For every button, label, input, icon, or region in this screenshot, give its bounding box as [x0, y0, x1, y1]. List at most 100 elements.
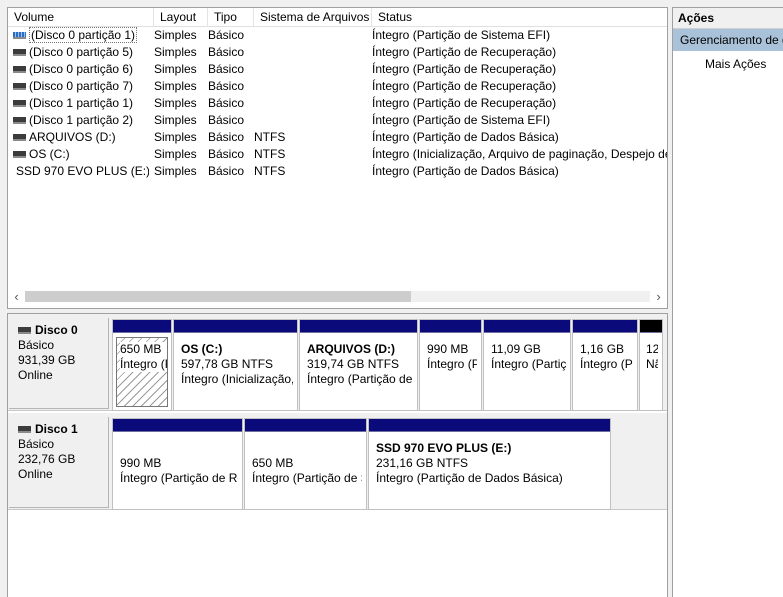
- volume-filesystem: NTFS: [254, 147, 286, 161]
- partition-size: 990 MB: [120, 456, 162, 470]
- partition-status: Não Alocado: [646, 357, 658, 371]
- scroll-track[interactable]: [25, 291, 650, 302]
- partition-size: 1,16 GB: [580, 342, 625, 356]
- volume-type: Básico: [208, 147, 245, 161]
- volume-row[interactable]: ARQUIVOS (D:) Simples Básico NTFS Íntegr…: [8, 129, 667, 146]
- disk-size: 931,39 GB: [18, 353, 76, 367]
- volume-type: Básico: [208, 79, 245, 93]
- volume-row[interactable]: (Disco 0 partição 6) Simples Básico Ínte…: [8, 61, 667, 78]
- scroll-right-icon[interactable]: ›: [650, 288, 667, 305]
- volume-name: SSD 970 EVO PLUS (E:): [16, 164, 149, 178]
- partition-status: Íntegro (Partição de Recuperação): [120, 471, 238, 485]
- column-header-layout[interactable]: Layout: [154, 8, 208, 26]
- volume-type: Básico: [208, 28, 245, 42]
- volume-status: Íntegro (Partição de Recuperação): [372, 96, 557, 110]
- volume-layout: Simples: [154, 45, 197, 59]
- disk-type: Básico: [18, 338, 55, 352]
- column-header-status[interactable]: Status: [372, 8, 667, 26]
- partition-bar: [174, 320, 297, 333]
- partition-size: 650 MB: [252, 456, 294, 470]
- partition-bar: [300, 320, 417, 333]
- partition-size: 11,09 GB: [491, 342, 541, 356]
- volume-row[interactable]: SSD 970 EVO PLUS (E:) Simples Básico NTF…: [8, 163, 667, 180]
- disk-icon: [13, 83, 26, 90]
- disk-map: Disco 0 Básico 931,39 GB Online 650 MB Í…: [7, 313, 668, 597]
- volume-row[interactable]: (Disco 1 partição 2) Simples Básico Ínte…: [8, 112, 667, 129]
- partition-block[interactable]: ARQUIVOS (D:) 319,74 GB NTFS Íntegro (Pa…: [299, 319, 418, 411]
- partition-strip-icon: [13, 31, 26, 39]
- partition-status: Íntegro (Partição de Recuperação): [491, 357, 567, 371]
- disk-type: Básico: [18, 437, 55, 451]
- volume-row[interactable]: OS (C:) Simples Básico NTFS Íntegro (Ini…: [8, 146, 667, 163]
- volume-name: (Disco 1 partição 2): [29, 113, 134, 127]
- partition-title: OS (C:): [181, 342, 223, 356]
- disk-row: Disco 0 Básico 931,39 GB Online 650 MB Í…: [8, 314, 667, 411]
- volume-row[interactable]: (Disco 0 partição 5) Simples Básico Ínte…: [8, 44, 667, 61]
- partition-status: Íntegro (Partição de Recuperação): [580, 357, 633, 371]
- partition-block[interactable]: 1,16 GB Íntegro (Partição de Recuperação…: [572, 319, 638, 411]
- partition-block[interactable]: OS (C:) 597,78 GB NTFS Íntegro (Iniciali…: [173, 319, 298, 411]
- column-header-filesystem[interactable]: Sistema de Arquivos: [254, 8, 372, 26]
- volume-type: Básico: [208, 62, 245, 76]
- partition-size: 650 MB: [120, 342, 167, 357]
- partition-bar: [113, 419, 242, 432]
- disk-status: Online: [18, 368, 53, 382]
- disk-icon: [18, 327, 31, 334]
- partition-block[interactable]: 650 MB Íntegro (Partição de Sistema EFI): [244, 418, 367, 510]
- volume-status: Íntegro (Partição de Dados Básica): [372, 130, 559, 144]
- disk-status: Online: [18, 467, 53, 481]
- volume-list: Volume Layout Tipo Sistema de Arquivos S…: [7, 7, 668, 309]
- volume-status: Íntegro (Inicialização, Arquivo de pagin…: [372, 147, 668, 161]
- column-header-volume[interactable]: Volume: [8, 8, 154, 26]
- partition-bar: [640, 320, 662, 333]
- partition-title: ARQUIVOS (D:): [307, 342, 395, 356]
- volume-status: Íntegro (Partição de Recuperação): [372, 62, 557, 76]
- disk-icon: [13, 117, 26, 124]
- actions-selected-item[interactable]: Gerenciamento de disco: [673, 29, 783, 51]
- volume-row[interactable]: (Disco 0 partição 7) Simples Básico Ínte…: [8, 78, 667, 95]
- partition-block[interactable]: 11,09 GB Íntegro (Partição de Recuperaçã…: [483, 319, 571, 411]
- partition-status: Íntegro (Partição de Sistema EFI): [120, 357, 167, 372]
- partition-block[interactable]: 990 MB Íntegro (Partição de Recuperação): [112, 418, 243, 510]
- partition-status: Íntegro (Partição de Sistema EFI): [252, 471, 362, 485]
- partition-block[interactable]: SSD 970 EVO PLUS (E:) 231,16 GB NTFS Ínt…: [368, 418, 611, 510]
- disk-row: Disco 1 Básico 232,76 GB Online 990 MB Í…: [8, 413, 667, 510]
- volume-row[interactable]: (Disco 1 partição 1) Simples Básico Ínte…: [8, 95, 667, 112]
- partition-size: 319,74 GB NTFS: [307, 357, 400, 371]
- partition-status: Íntegro (Inicialização, Arquivo de pagin…: [181, 372, 294, 386]
- volume-layout: Simples: [154, 113, 197, 127]
- disk-icon: [13, 134, 26, 141]
- partition-status: Íntegro (Partição de Recuperação): [427, 357, 477, 371]
- horizontal-scrollbar[interactable]: ‹ ›: [8, 288, 667, 305]
- volume-type: Básico: [208, 45, 245, 59]
- volume-status: Íntegro (Partição de Recuperação): [372, 79, 557, 93]
- volume-layout: Simples: [154, 130, 197, 144]
- volume-status: Íntegro (Partição de Sistema EFI): [372, 113, 551, 127]
- partition-size: 990 MB: [427, 342, 469, 356]
- actions-pane: Ações Gerenciamento de disco Mais Ações: [672, 7, 783, 597]
- volume-status: Íntegro (Partição de Dados Básica): [372, 164, 559, 178]
- volume-name: (Disco 0 partição 1): [29, 27, 138, 43]
- volume-layout: Simples: [154, 62, 197, 76]
- partition-title: SSD 970 EVO PLUS (E:): [376, 441, 512, 455]
- more-actions-item[interactable]: Mais Ações: [673, 51, 783, 77]
- volume-layout: Simples: [154, 79, 197, 93]
- partition-bar: [113, 320, 171, 333]
- column-header-tipo[interactable]: Tipo: [208, 8, 254, 26]
- scroll-thumb[interactable]: [25, 291, 411, 302]
- volume-name: (Disco 0 partição 5): [29, 45, 134, 59]
- partition-block[interactable]: 128 MB Não Alocado: [639, 319, 663, 411]
- disk-label[interactable]: Disco 0 Básico 931,39 GB Online: [9, 318, 109, 409]
- volume-name: (Disco 1 partição 1): [29, 96, 134, 110]
- scroll-left-icon[interactable]: ‹: [8, 288, 25, 305]
- disk-icon: [13, 49, 26, 56]
- volume-name: ARQUIVOS (D:): [29, 130, 116, 144]
- disk-label[interactable]: Disco 1 Básico 232,76 GB Online: [9, 417, 109, 508]
- partition-block[interactable]: 650 MB Íntegro (Partição de Sistema EFI): [112, 319, 172, 411]
- disk-icon: [13, 66, 26, 73]
- partition-block[interactable]: 990 MB Íntegro (Partição de Recuperação): [419, 319, 482, 411]
- volume-layout: Simples: [154, 96, 197, 110]
- partition-status: Íntegro (Partição de Dados Básica): [376, 471, 563, 485]
- volume-row[interactable]: (Disco 0 partição 1) Simples Básico Ínte…: [8, 27, 667, 44]
- volume-filesystem: NTFS: [254, 130, 286, 144]
